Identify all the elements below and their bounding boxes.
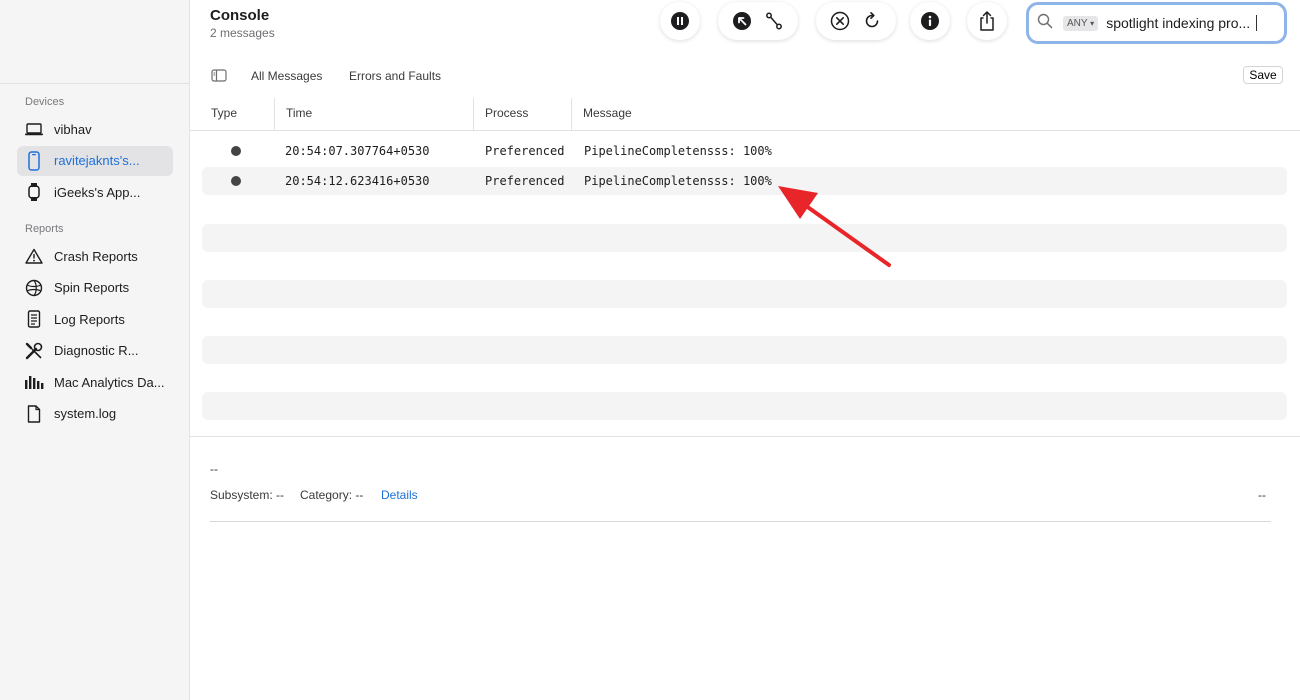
activity-path-icon[interactable] [761, 8, 787, 34]
toolbar-group-info [910, 2, 950, 40]
empty-row-stripe [202, 392, 1287, 420]
clear-icon[interactable] [827, 8, 853, 34]
bar-chart-icon [24, 372, 44, 392]
sidebar-item-label: vibhav [54, 121, 92, 137]
sidebar-item-label: Spin Reports [54, 280, 130, 295]
row-process: Preferenced [485, 174, 565, 188]
row-process: Preferenced [485, 144, 565, 158]
text-caret [1256, 15, 1258, 31]
sidebar-item-watch[interactable]: iGeeks's App... [17, 177, 173, 207]
share-icon[interactable] [974, 8, 1000, 34]
empty-row-stripe [202, 280, 1287, 308]
sidebar-item-label: Crash Reports [54, 248, 138, 264]
sidebar-item-diagnostic-reports[interactable]: Diagnostic R... [17, 336, 173, 366]
row-message: PipelineCompletensss: 100% [584, 144, 772, 158]
sidebar-item-label: Diagnostic R... [54, 343, 139, 358]
filter-errors-and-faults[interactable]: Errors and Faults [349, 69, 441, 83]
split-view-divider[interactable] [190, 436, 1300, 437]
detail-subsystem: Subsystem: -- [210, 488, 285, 502]
reload-icon[interactable] [859, 8, 885, 34]
sidebar-item-label: ravitejaknts's... [54, 153, 140, 168]
search-icon [1037, 13, 1053, 34]
table-row[interactable]: 20:54:07.307764+0530 Preferenced Pipelin… [202, 137, 1287, 165]
detail-placeholder: -- [210, 462, 218, 476]
detail-separator [210, 521, 1271, 522]
filter-all-messages[interactable]: All Messages [251, 69, 322, 83]
info-icon[interactable] [917, 8, 943, 34]
sidebar-item-label: Log Reports [54, 311, 125, 327]
reports-section-label: Reports [25, 223, 64, 235]
search-query: spotlight indexing pro... [1106, 15, 1251, 31]
column-header-time[interactable]: Time [274, 98, 312, 131]
spin-icon [24, 278, 44, 298]
sidebar: Devices vibhav ravitejaknts's... iGeeks'… [0, 0, 190, 700]
sidebar-item-vibhav[interactable]: vibhav [17, 114, 173, 144]
sidebar-item-label: system.log [54, 406, 117, 421]
column-header-process[interactable]: Process [473, 98, 528, 131]
save-button[interactable]: Save [1243, 66, 1283, 84]
chevron-down-icon: ▾ [1090, 18, 1095, 28]
search-field[interactable]: ANY ▾ spotlight indexing pro... [1026, 2, 1287, 44]
table-row[interactable]: 20:54:12.623416+0530 Preferenced Pipelin… [202, 167, 1287, 195]
sidebar-item-spin-reports[interactable]: Spin Reports [17, 273, 173, 303]
warning-triangle-icon [24, 246, 44, 266]
row-time: 20:54:07.307764+0530 [285, 144, 430, 158]
sidebar-toggle-icon[interactable] [211, 69, 227, 87]
iphone-icon [24, 150, 44, 171]
log-document-icon [24, 309, 44, 329]
sidebar-item-label: Mac Analytics Da... [54, 374, 165, 390]
empty-row-stripe [202, 224, 1287, 252]
details-link[interactable]: Details [381, 488, 418, 502]
sidebar-item-mac-analytics[interactable]: Mac Analytics Da... [17, 367, 173, 397]
sidebar-toolbar-area [0, 0, 189, 84]
sidebar-item-iphone[interactable]: ravitejaknts's... [17, 145, 173, 176]
jump-to-top-icon[interactable] [729, 8, 755, 34]
column-header-type[interactable]: Type [200, 98, 237, 131]
toolbar-group-share [967, 2, 1007, 40]
page-title: Console [210, 7, 270, 24]
log-type-dot-icon [231, 176, 241, 186]
file-icon [24, 404, 44, 424]
watch-icon [24, 182, 44, 202]
log-type-dot-icon [231, 146, 241, 156]
search-scope-label: ANY [1067, 17, 1088, 29]
sidebar-item-label: iGeeks's App... [54, 184, 141, 200]
toolbar-group-pause [660, 2, 700, 40]
message-count: 2 messages [210, 26, 275, 40]
row-time: 20:54:12.623416+0530 [285, 174, 430, 188]
devices-section-label: Devices [25, 96, 65, 108]
row-message: PipelineCompletensss: 100% [584, 174, 772, 188]
column-header-message[interactable]: Message [571, 98, 632, 131]
sidebar-item-system-log[interactable]: system.log [17, 399, 173, 429]
detail-category: Category: -- [300, 488, 364, 502]
detail-right-value: -- [1258, 488, 1266, 502]
toolbar-group-navigation [718, 2, 798, 40]
empty-row-stripe [202, 336, 1287, 364]
toolbar-group-clear-reload [816, 2, 896, 40]
table-header: Type Time Process Message [190, 98, 1300, 131]
search-scope-token[interactable]: ANY ▾ [1063, 15, 1099, 31]
tools-icon [24, 341, 44, 361]
sidebar-item-log-reports[interactable]: Log Reports [17, 304, 173, 334]
laptop-icon [24, 119, 44, 139]
pause-icon[interactable] [667, 8, 693, 34]
sidebar-item-crash-reports[interactable]: Crash Reports [17, 241, 173, 271]
